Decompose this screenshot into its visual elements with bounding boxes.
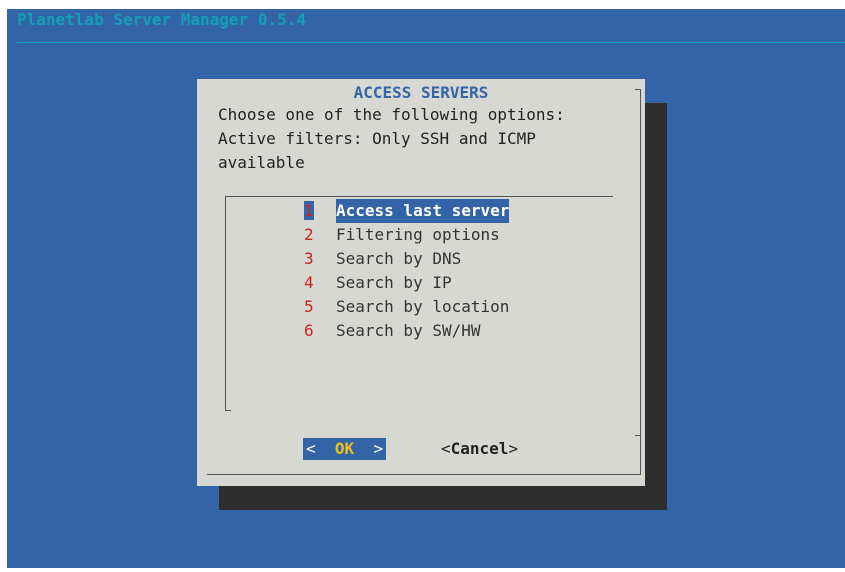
ok-button[interactable]: < OK > (303, 438, 387, 460)
back-title: Planetlab Server Manager 0.5.4 (17, 10, 306, 29)
menu-item-search-by-location[interactable]: 5 Search by location (304, 295, 509, 319)
menu-item-search-by-ip[interactable]: 4 Search by IP (304, 271, 509, 295)
terminal-screen: Planetlab Server Manager 0.5.4 ACCESS SE… (7, 9, 845, 568)
menu-item-key: 1 (304, 201, 314, 220)
cancel-button[interactable]: <Cancel> (441, 438, 518, 460)
menu-item-label: Search by DNS (336, 249, 462, 268)
prompt-line: Active filters: Only SSH and ICMP (218, 129, 536, 148)
ok-bracket-right: > (373, 439, 384, 458)
menu-item-label: Search by SW/HW (336, 321, 481, 340)
menu-box-border-left (225, 196, 226, 411)
menu-item-label: Search by IP (336, 273, 452, 292)
menu-box-border-bottom-left (225, 410, 231, 411)
dialog-border-right (640, 89, 641, 475)
dialog-prompt: Choose one of the following options: Acti… (218, 103, 565, 175)
menu-box-border-top (225, 196, 613, 197)
menu-item-key: 4 (304, 273, 314, 292)
cancel-bracket-right: > (508, 439, 519, 458)
menu-item-filtering-options[interactable]: 2 Filtering options (304, 223, 509, 247)
menu-item-search-by-sw-hw[interactable]: 6 Search by SW/HW (304, 319, 509, 343)
prompt-line: Choose one of the following options: (218, 105, 565, 124)
prompt-line: available (218, 153, 305, 172)
menu-item-label: Search by location (336, 297, 510, 316)
cancel-bracket-left: < (441, 439, 451, 458)
access-servers-dialog: ACCESS SERVERS Choose one of the followi… (197, 79, 645, 486)
menu-item-key: 6 (304, 321, 314, 340)
menu-item-key: 3 (304, 249, 314, 268)
dialog-title: ACCESS SERVERS (353, 83, 489, 102)
ok-bracket-left: < (306, 439, 316, 458)
ok-button-label: OK (334, 439, 355, 458)
menu-item-search-by-dns[interactable]: 3 Search by DNS (304, 247, 509, 271)
menu-item-access-last-server[interactable]: 1 Access last server (304, 199, 510, 223)
menu-item-key: 5 (304, 297, 314, 316)
menu-item-label: Filtering options (336, 225, 500, 244)
menu-item-key: 2 (304, 225, 314, 244)
back-title-divider (17, 42, 845, 43)
dialog-border-bottom (207, 474, 641, 475)
menu-list: 1 Access last server 2 Filtering options… (304, 199, 510, 343)
menu-item-label: Access last server (336, 199, 510, 223)
cancel-button-label: Cancel (450, 439, 509, 458)
button-area-divider (635, 435, 641, 436)
